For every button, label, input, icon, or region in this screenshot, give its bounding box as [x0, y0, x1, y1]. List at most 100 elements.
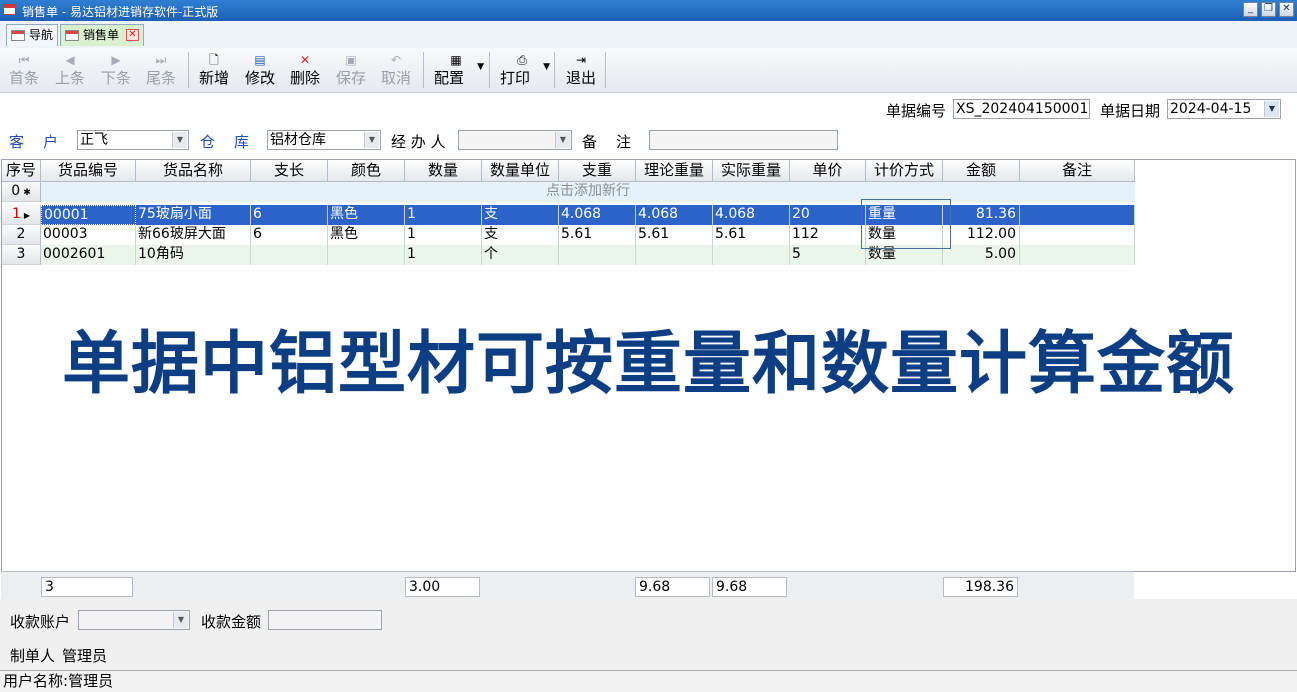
- cell-actual-weight[interactable]: 4.068: [713, 205, 790, 225]
- cell-amount[interactable]: 112.00: [943, 225, 1020, 245]
- cell-actual-weight[interactable]: 5.61: [713, 225, 790, 245]
- tab-sales-order[interactable]: 销售单 ✕: [60, 24, 144, 46]
- customer-label: 客 户: [9, 133, 61, 151]
- cell-price[interactable]: 5: [790, 245, 866, 265]
- handler-select[interactable]: ▼: [458, 130, 572, 150]
- doc-date-label: 单据日期: [1100, 102, 1161, 120]
- close-tab-icon[interactable]: ✕: [126, 29, 139, 41]
- add-row-hint[interactable]: 点击添加新行: [41, 182, 1135, 202]
- cell-qty[interactable]: 1: [405, 205, 482, 225]
- minimize-button[interactable]: _: [1243, 2, 1258, 17]
- cell-unit[interactable]: 支: [482, 205, 559, 225]
- cell-amount[interactable]: 81.36: [943, 205, 1020, 225]
- cell-qty[interactable]: 1: [405, 245, 482, 265]
- column-header[interactable]: 颜色: [328, 160, 405, 182]
- cancel-button[interactable]: ↶ 取消: [377, 50, 415, 90]
- close-window-button[interactable]: ✕: [1279, 2, 1294, 17]
- cell-code[interactable]: 0002601: [41, 245, 136, 265]
- warehouse-select[interactable]: 铝材仓库 ▼: [267, 130, 381, 150]
- cell-pricing[interactable]: 数量: [866, 245, 943, 265]
- config-button[interactable]: ▦ 配置 ▼: [430, 50, 484, 90]
- cell-remark[interactable]: [1020, 205, 1135, 225]
- toolbar-separator: [605, 52, 606, 88]
- chevron-down-icon[interactable]: ▼: [172, 132, 187, 148]
- new-button[interactable]: 🗋 新增: [195, 50, 233, 90]
- cell-code[interactable]: 00003: [41, 225, 136, 245]
- cell-qty[interactable]: 1: [405, 225, 482, 245]
- table-icon: ▦: [450, 53, 462, 67]
- column-header[interactable]: 数量单位: [482, 160, 559, 182]
- cell-length[interactable]: 6: [251, 225, 328, 245]
- total-qty: 3.00: [405, 577, 480, 597]
- maximize-button[interactable]: ❐: [1261, 2, 1276, 17]
- next-record-button[interactable]: ▶ 下条: [97, 50, 135, 90]
- cell-theo-weight[interactable]: [636, 245, 713, 265]
- remark-field[interactable]: [649, 130, 838, 150]
- cell-name[interactable]: 10角码: [136, 245, 251, 265]
- delete-button[interactable]: ✕ 删除: [286, 50, 324, 90]
- received-amount-field[interactable]: [268, 610, 382, 630]
- column-header[interactable]: 序号: [2, 160, 41, 182]
- cell-length[interactable]: 6: [251, 205, 328, 225]
- cell-remark[interactable]: [1020, 225, 1135, 245]
- last-record-button[interactable]: ⏭ 尾条: [142, 50, 180, 90]
- calendar-dropdown-icon[interactable]: ▼: [1264, 101, 1279, 117]
- customer-select[interactable]: 正飞 ▼: [77, 130, 189, 150]
- cell-name[interactable]: 75玻扇小面: [136, 205, 251, 225]
- exit-button[interactable]: ⇥ 退出: [562, 50, 600, 90]
- cell-code[interactable]: 00001: [41, 205, 136, 225]
- edit-button[interactable]: ▤ 修改: [241, 50, 279, 90]
- cell-price[interactable]: 112: [790, 225, 866, 245]
- column-header[interactable]: 货品编号: [41, 160, 136, 182]
- doc-date-picker[interactable]: 2024-04-15 ▼: [1167, 99, 1281, 119]
- cell-amount[interactable]: 5.00: [943, 245, 1020, 265]
- toolbar-separator: [554, 52, 555, 88]
- cell-color[interactable]: 黑色: [328, 225, 405, 245]
- cell-theo-weight[interactable]: 5.61: [636, 225, 713, 245]
- column-header[interactable]: 备注: [1020, 160, 1135, 182]
- column-header[interactable]: 数量: [405, 160, 482, 182]
- chevron-down-icon[interactable]: ▼: [364, 132, 379, 148]
- first-record-button[interactable]: ⏮ 首条: [5, 50, 43, 90]
- column-header[interactable]: 理论重量: [636, 160, 713, 182]
- cell-length[interactable]: [251, 245, 328, 265]
- column-header[interactable]: 金额: [943, 160, 1020, 182]
- save-button[interactable]: ▣ 保存: [332, 50, 370, 90]
- cell-theo-weight[interactable]: 4.068: [636, 205, 713, 225]
- cell-actual-weight[interactable]: [713, 245, 790, 265]
- cell-pricing[interactable]: 数量: [866, 225, 943, 245]
- account-select[interactable]: ▼: [78, 610, 190, 630]
- status-bar: 用户名称:管理员: [0, 670, 1297, 692]
- window-title: 销售单 - 易达铝材进销存软件-正式版: [22, 5, 219, 19]
- doc-no-field[interactable]: XS_202404150001: [953, 99, 1090, 119]
- column-header[interactable]: 货品名称: [136, 160, 251, 182]
- cell-unit[interactable]: 个: [482, 245, 559, 265]
- column-header[interactable]: 计价方式: [866, 160, 943, 182]
- table-row[interactable]: 2 00003 新66玻屏大面 6 黑色 1 支 5.61 5.61 5.61 …: [2, 225, 1135, 245]
- column-header[interactable]: 实际重量: [713, 160, 790, 182]
- cell-unit-weight[interactable]: 4.068: [559, 205, 636, 225]
- chevron-down-icon[interactable]: ▼: [555, 132, 570, 148]
- table-row[interactable]: 1 ▶ 00001 75玻扇小面 6 黑色 1 支 4.068 4.068 4.0…: [2, 205, 1135, 225]
- toolbar: ⏮ 首条 ◀ 上条 ▶ 下条 ⏭ 尾条 🗋 新增 ▤ 修改 ✕ 删除 ▣ 保存 ↶ 取消 ▦ 配置 …: [0, 48, 1297, 93]
- print-button[interactable]: ⎙ 打印 ▼: [496, 50, 550, 90]
- chevron-down-icon[interactable]: ▼: [173, 612, 188, 628]
- cell-unit[interactable]: 支: [482, 225, 559, 245]
- cell-color[interactable]: [328, 245, 405, 265]
- prev-record-button[interactable]: ◀ 上条: [51, 50, 89, 90]
- column-header[interactable]: 支长: [251, 160, 328, 182]
- toolbar-separator: [423, 52, 424, 88]
- cell-pricing[interactable]: 重量: [866, 205, 943, 225]
- table-row[interactable]: 3 0002601 10角码 1 个 5 数量 5.00: [2, 245, 1135, 265]
- column-header[interactable]: 支重: [559, 160, 636, 182]
- caption-banner: 单据中铝型材可按重量和数量计算金额: [61, 324, 1235, 404]
- column-header[interactable]: 单价: [790, 160, 866, 182]
- cell-unit-weight[interactable]: [559, 245, 636, 265]
- cell-price[interactable]: 20: [790, 205, 866, 225]
- cell-color[interactable]: 黑色: [328, 205, 405, 225]
- tab-navigation[interactable]: 导航: [6, 24, 58, 46]
- cell-remark[interactable]: [1020, 245, 1135, 265]
- add-row[interactable]: 0 ✱ 点击添加新行: [2, 182, 1135, 202]
- cell-name[interactable]: 新66玻屏大面: [136, 225, 251, 245]
- cell-unit-weight[interactable]: 5.61: [559, 225, 636, 245]
